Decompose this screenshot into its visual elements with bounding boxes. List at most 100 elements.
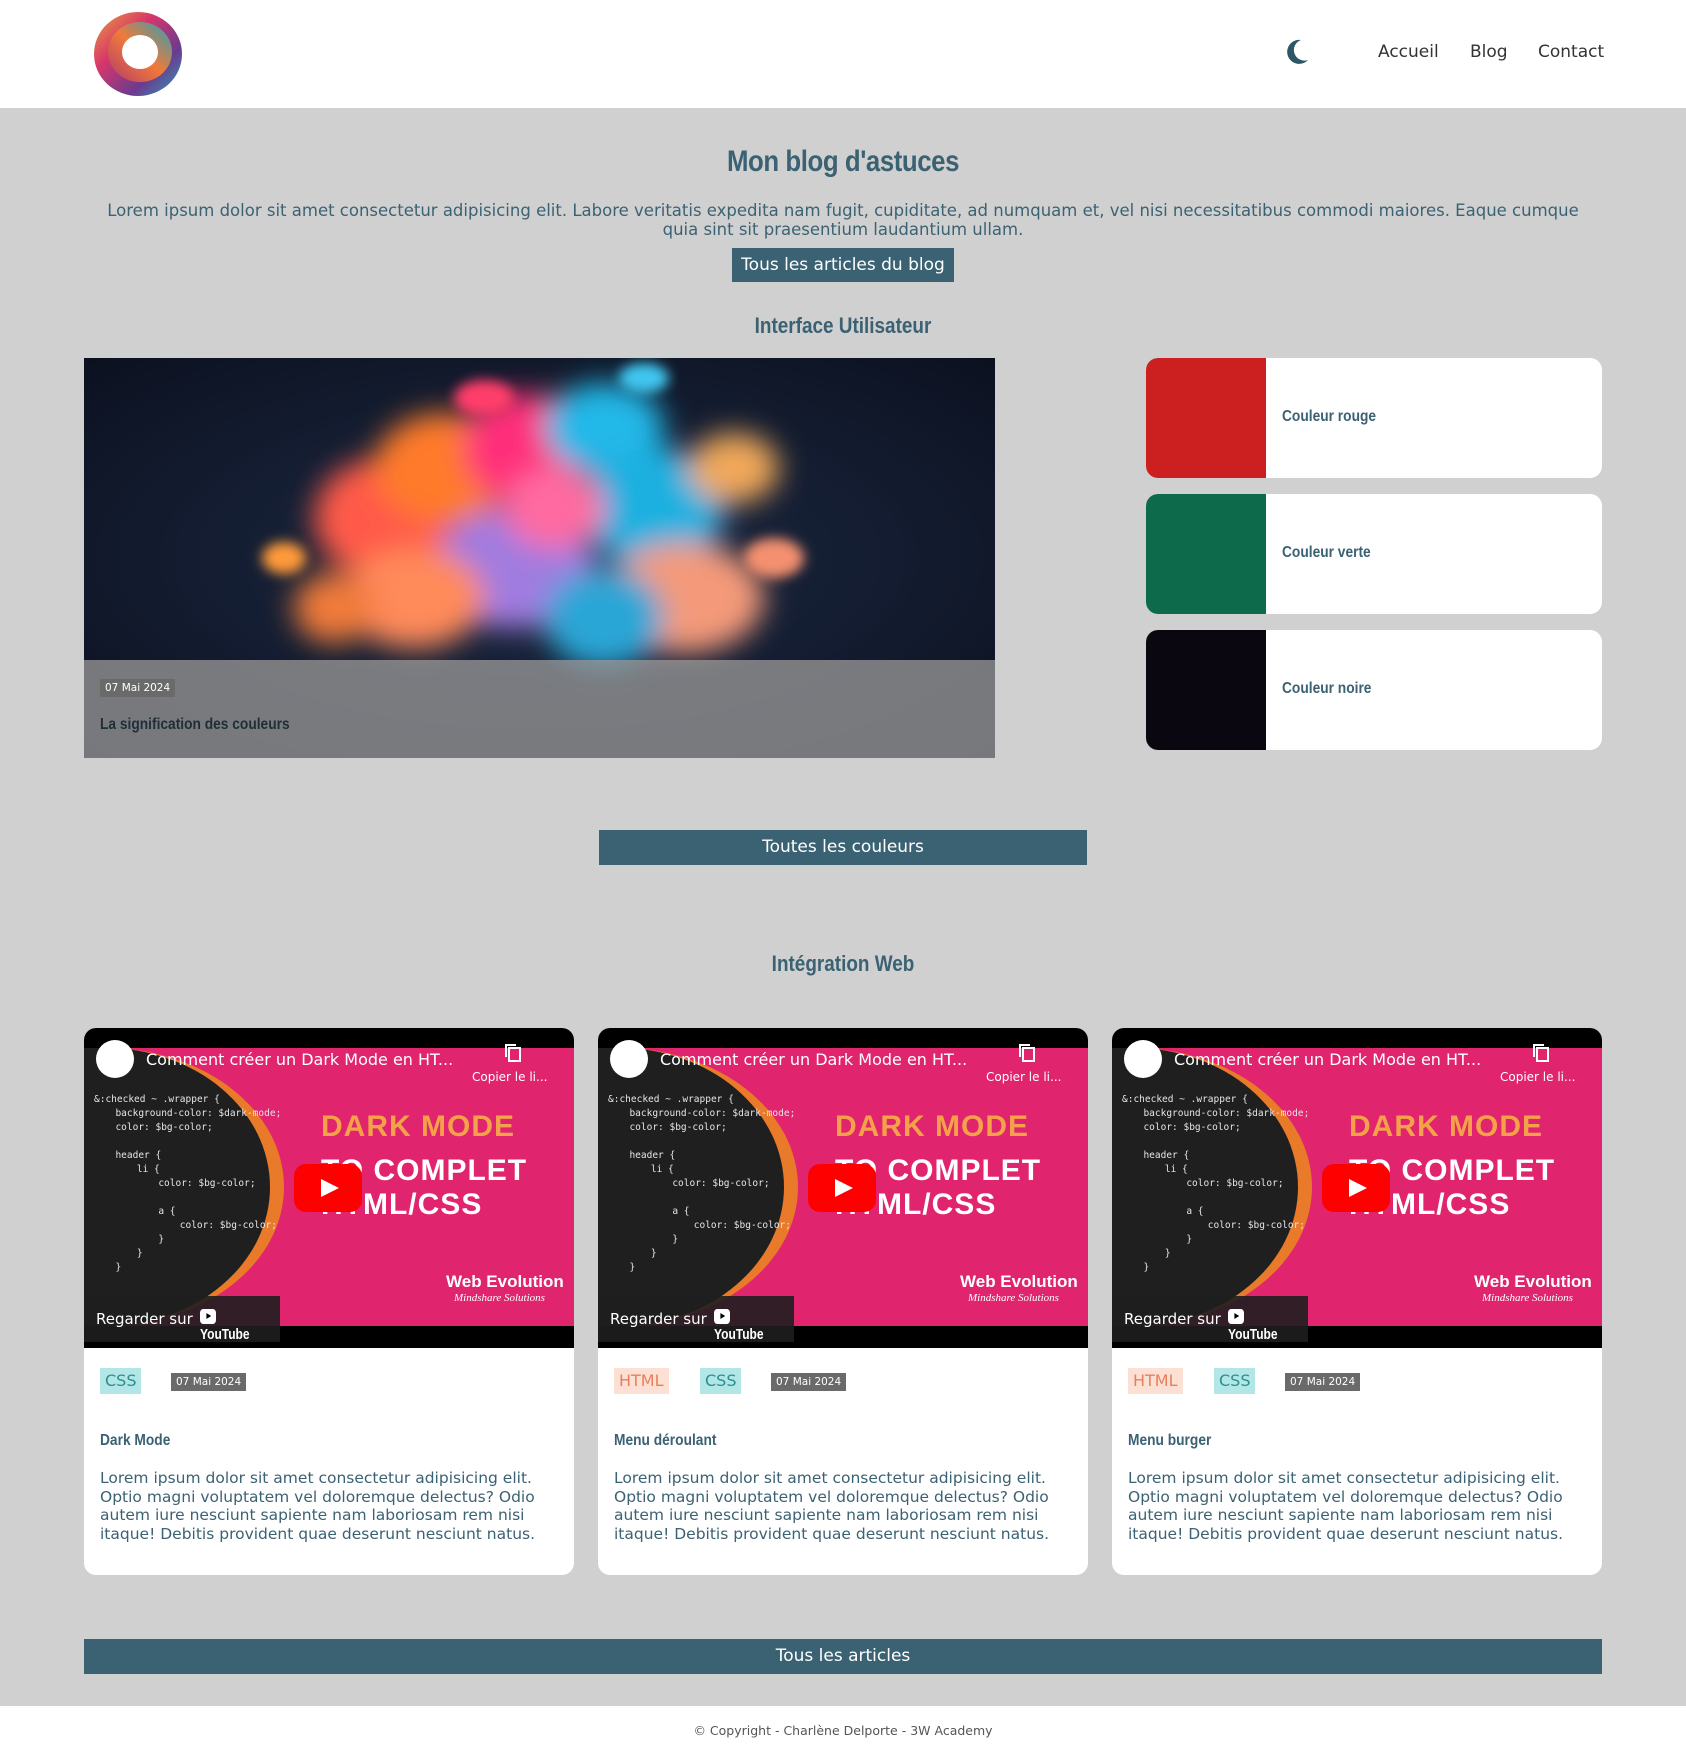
color-card-label: Couleur noire xyxy=(1282,680,1372,697)
code-line: &:checked ~ .wrapper { xyxy=(1122,1094,1248,1105)
color-swatch xyxy=(1146,494,1266,614)
copy-link-label[interactable]: Copier le li... xyxy=(1500,1070,1575,1084)
thumb-title: DARK MODE xyxy=(1349,1110,1543,1143)
code-line: color: $bg-color; xyxy=(104,1122,213,1133)
thumb-brand: Web Evolution xyxy=(1474,1272,1592,1291)
site-footer: © Copyright - Charlène Delporte - 3W Aca… xyxy=(0,1706,1686,1756)
video-title[interactable]: Comment créer un Dark Mode en HT... xyxy=(660,1050,967,1069)
swirl-logo-icon[interactable] xyxy=(90,8,186,98)
nav-link-accueil[interactable]: Accueil xyxy=(1378,42,1439,62)
channel-avatar-icon[interactable] xyxy=(96,1040,134,1078)
color-swatch xyxy=(1146,630,1266,750)
code-line: color: $bg-color; xyxy=(124,1178,256,1189)
code-line: } xyxy=(1132,1262,1150,1273)
code-line: } xyxy=(618,1262,636,1273)
thumb-title: DARK MODE xyxy=(321,1110,515,1143)
copy-link-label[interactable]: Copier le li... xyxy=(472,1070,547,1084)
youtube-embed[interactable]: &:checked ~ .wrapper { background-color:… xyxy=(1112,1028,1602,1348)
watch-label: Regarder sur xyxy=(1124,1310,1221,1328)
copyright-text: © Copyright - Charlène Delporte - 3W Aca… xyxy=(693,1723,993,1738)
tag-css[interactable]: CSS xyxy=(1214,1368,1256,1394)
youtube-logo: YouTube xyxy=(1228,1309,1292,1343)
code-line: color: $bg-color; xyxy=(1132,1122,1241,1133)
tag-css[interactable]: CSS xyxy=(100,1368,142,1394)
article-title[interactable]: Menu burger xyxy=(1128,1432,1211,1450)
moon-icon[interactable] xyxy=(1284,38,1310,66)
date-badge: 07 Mai 2024 xyxy=(771,1373,847,1391)
code-line: header { xyxy=(104,1150,162,1161)
section-title-web: Intégration Web xyxy=(771,951,915,976)
featured-article-title[interactable]: La signification des couleurs xyxy=(100,716,290,734)
code-line: color: $bg-color; xyxy=(638,1178,770,1189)
thumb-brand-sub: Mindshare Solutions xyxy=(968,1292,1059,1304)
watch-on-youtube-button[interactable]: Regarder sur YouTube xyxy=(598,1296,794,1343)
article-card[interactable]: &:checked ~ .wrapper { background-color:… xyxy=(1112,1028,1602,1575)
channel-avatar-icon[interactable] xyxy=(1124,1040,1162,1078)
color-card-black[interactable]: Couleur noire xyxy=(1146,630,1602,750)
play-icon[interactable] xyxy=(1322,1164,1390,1212)
all-colors-button[interactable]: Toutes les couleurs xyxy=(599,830,1087,865)
code-line: color: $bg-color; xyxy=(1162,1220,1305,1231)
video-title[interactable]: Comment créer un Dark Mode en HT... xyxy=(146,1050,453,1069)
copy-icon[interactable] xyxy=(502,1042,524,1064)
tag-css[interactable]: CSS xyxy=(700,1368,742,1394)
tag-html[interactable]: HTML xyxy=(614,1368,669,1394)
all-blog-articles-button[interactable]: Tous les articles du blog xyxy=(732,248,954,282)
color-card-red[interactable]: Couleur rouge xyxy=(1146,358,1602,478)
page-title: Mon blog d'astuces xyxy=(726,145,960,178)
hero-text: Lorem ipsum dolor sit amet consectetur a… xyxy=(107,201,1579,239)
thumb-brand-sub: Mindshare Solutions xyxy=(454,1292,545,1304)
youtube-label: YouTube xyxy=(1228,1326,1278,1343)
copy-icon[interactable] xyxy=(1016,1042,1038,1064)
youtube-icon xyxy=(714,1309,730,1324)
channel-avatar-icon[interactable] xyxy=(610,1040,648,1078)
site-header: Accueil Blog Contact xyxy=(0,0,1686,108)
article-title[interactable]: Menu déroulant xyxy=(614,1432,716,1450)
youtube-embed[interactable]: &:checked ~ .wrapper { background-color:… xyxy=(598,1028,1088,1348)
code-line: color: $bg-color; xyxy=(1152,1178,1284,1189)
code-line: background-color: $dark-mode; xyxy=(104,1108,282,1119)
color-card-green[interactable]: Couleur verte xyxy=(1146,494,1602,614)
code-line: header { xyxy=(1132,1150,1190,1161)
color-card-label: Couleur verte xyxy=(1282,544,1371,561)
code-panel: &:checked ~ .wrapper { background-color:… xyxy=(1112,1048,1312,1326)
youtube-logo: YouTube xyxy=(714,1309,778,1343)
article-excerpt: Lorem ipsum dolor sit amet consectetur a… xyxy=(1128,1469,1564,1543)
tag-html[interactable]: HTML xyxy=(1128,1368,1183,1394)
featured-article[interactable]: 07 Mai 2024 La signification des couleur… xyxy=(84,358,995,758)
thumb-brand-sub: Mindshare Solutions xyxy=(1482,1292,1573,1304)
code-line: } xyxy=(638,1234,679,1245)
code-line: li { xyxy=(1142,1164,1188,1175)
code-line: } xyxy=(104,1262,122,1273)
all-articles-button[interactable]: Tous les articles xyxy=(84,1639,1602,1674)
youtube-logo: YouTube xyxy=(200,1309,264,1343)
thumb-brand: Web Evolution xyxy=(446,1272,564,1291)
nav-link-contact[interactable]: Contact xyxy=(1538,42,1604,62)
date-badge: 07 Mai 2024 xyxy=(1285,1373,1361,1391)
code-line: a { xyxy=(124,1206,176,1217)
article-card[interactable]: &:checked ~ .wrapper { background-color:… xyxy=(84,1028,574,1575)
code-line: a { xyxy=(638,1206,690,1217)
play-icon[interactable] xyxy=(808,1164,876,1212)
code-line: } xyxy=(124,1234,165,1245)
color-swatch xyxy=(1146,358,1266,478)
code-line: li { xyxy=(114,1164,160,1175)
article-card[interactable]: &:checked ~ .wrapper { background-color:… xyxy=(598,1028,1088,1575)
copy-icon[interactable] xyxy=(1530,1042,1552,1064)
thumb-title: DARK MODE xyxy=(835,1110,1029,1143)
watch-label: Regarder sur xyxy=(610,1310,707,1328)
nav-link-blog[interactable]: Blog xyxy=(1470,42,1508,62)
code-line: } xyxy=(1152,1234,1193,1245)
youtube-label: YouTube xyxy=(200,1326,250,1343)
thumb-brand: Web Evolution xyxy=(960,1272,1078,1291)
article-excerpt: Lorem ipsum dolor sit amet consectetur a… xyxy=(100,1469,536,1543)
play-icon[interactable] xyxy=(294,1164,362,1212)
code-line: li { xyxy=(628,1164,674,1175)
video-title[interactable]: Comment créer un Dark Mode en HT... xyxy=(1174,1050,1481,1069)
youtube-embed[interactable]: &:checked ~ .wrapper { background-color:… xyxy=(84,1028,574,1348)
watch-on-youtube-button[interactable]: Regarder sur YouTube xyxy=(84,1296,280,1343)
watch-on-youtube-button[interactable]: Regarder sur YouTube xyxy=(1112,1296,1308,1343)
copy-link-label[interactable]: Copier le li... xyxy=(986,1070,1061,1084)
code-line: } xyxy=(114,1248,143,1259)
article-title[interactable]: Dark Mode xyxy=(100,1432,170,1450)
